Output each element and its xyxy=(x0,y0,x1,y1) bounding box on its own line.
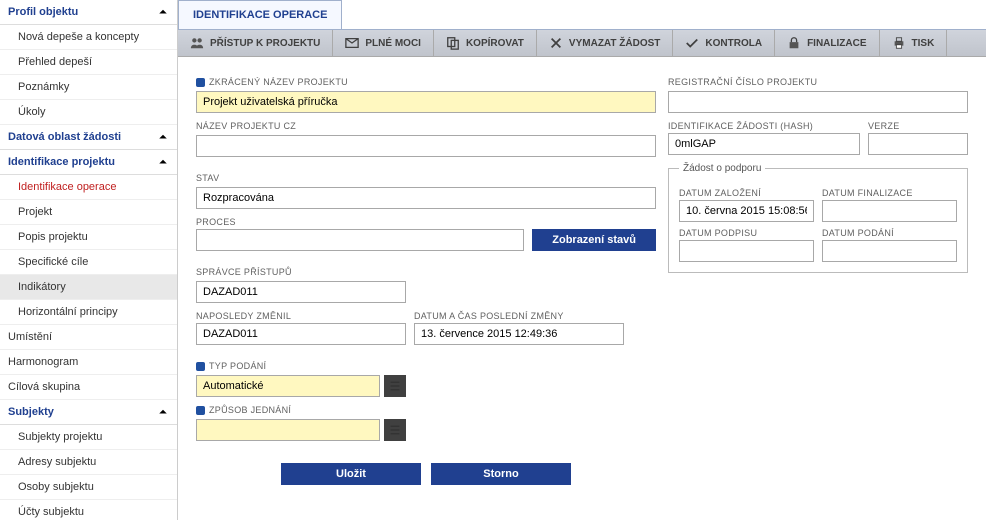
input-verze xyxy=(868,133,968,155)
label-hash: IDENTIFIKACE ŽÁDOSTI (HASH) xyxy=(668,121,860,131)
toolbar-kontrola[interactable]: KONTROLA xyxy=(673,30,775,56)
label-dfin: DATUM FINALIZACE xyxy=(822,188,957,198)
copy-icon xyxy=(446,36,460,50)
input-spravce xyxy=(196,281,406,303)
sidebar-item[interactable]: Specifické cíle xyxy=(0,250,177,275)
input-typ-podani[interactable] xyxy=(196,375,380,397)
sidebar-item[interactable]: Poznámky xyxy=(0,75,177,100)
label-stav: STAV xyxy=(196,173,656,183)
sidebar-header[interactable]: Subjekty xyxy=(0,400,177,425)
print-icon xyxy=(892,36,906,50)
action-toolbar: PŘÍSTUP K PROJEKTUPLNÉ MOCIKOPÍROVATVYMA… xyxy=(178,30,986,57)
label-verze: VERZE xyxy=(868,121,968,131)
chevron-up-icon xyxy=(157,6,169,18)
sidebar-item[interactable]: Horizontální principy xyxy=(0,300,177,325)
chevron-up-icon xyxy=(157,131,169,143)
label-zpusob: ZPŮSOB JEDNÁNÍ xyxy=(196,405,656,415)
sidebar-item[interactable]: Osoby subjektu xyxy=(0,475,177,500)
sidebar-item[interactable]: Cílová skupina xyxy=(0,375,177,400)
label-dpdn: DATUM PODÁNÍ xyxy=(822,228,957,238)
input-zpusob[interactable] xyxy=(196,419,380,441)
sidebar-item[interactable]: Projekt xyxy=(0,200,177,225)
ulozit-button[interactable]: Uložit xyxy=(281,463,421,485)
input-zkraceny-nazev[interactable] xyxy=(196,91,656,113)
main-area: IDENTIFIKACE OPERACE PŘÍSTUP K PROJEKTUP… xyxy=(178,0,986,520)
lock-icon xyxy=(787,36,801,50)
check-icon xyxy=(685,36,699,50)
label-dzal: DATUM ZALOŽENÍ xyxy=(679,188,814,198)
sidebar-header[interactable]: Identifikace projektu xyxy=(0,150,177,175)
input-dpdn xyxy=(822,240,957,262)
input-proces xyxy=(196,229,524,251)
x-icon xyxy=(549,36,563,50)
tab-bar: IDENTIFIKACE OPERACE xyxy=(178,0,986,30)
mail-icon xyxy=(345,36,359,50)
toolbar-vymazat-dost[interactable]: VYMAZAT ŽÁDOST xyxy=(537,30,673,56)
input-reg xyxy=(668,91,968,113)
input-stav xyxy=(196,187,656,209)
input-naposledy xyxy=(196,323,406,345)
label-typ-podani: TYP PODÁNÍ xyxy=(196,361,656,371)
people-icon xyxy=(190,36,204,50)
toolbar-pln-moci[interactable]: PLNÉ MOCI xyxy=(333,30,434,56)
toolbar-p-stup-k-projektu[interactable]: PŘÍSTUP K PROJEKTU xyxy=(178,30,333,56)
label-nazev-cz: NÁZEV PROJEKTU CZ xyxy=(196,121,656,131)
label-reg: REGISTRAČNÍ ČÍSLO PROJEKTU xyxy=(668,77,968,87)
input-dzal xyxy=(679,200,814,222)
tab-identifikace-operace[interactable]: IDENTIFIKACE OPERACE xyxy=(178,0,342,29)
sidebar-item[interactable]: Identifikace operace xyxy=(0,175,177,200)
zobrazeni-stavu-button[interactable]: Zobrazení stavů xyxy=(532,229,656,251)
label-proces: PROCES xyxy=(196,217,524,227)
input-dfin xyxy=(822,200,957,222)
toolbar-tisk[interactable]: TISK xyxy=(880,30,948,56)
sidebar-item[interactable]: Indikátory xyxy=(0,275,177,300)
sidebar-item[interactable]: Účty subjektu xyxy=(0,500,177,520)
sidebar-item[interactable]: Subjekty projektu xyxy=(0,425,177,450)
sidebar-header[interactable]: Profil objektu xyxy=(0,0,177,25)
sidebar-item[interactable]: Nová depeše a koncepty xyxy=(0,25,177,50)
picker-typ-podani[interactable] xyxy=(384,375,406,397)
label-naposledy: NAPOSLEDY ZMĚNIL xyxy=(196,311,406,321)
legend-zadost: Žádost o podporu xyxy=(679,163,765,174)
sidebar-item[interactable]: Přehled depeší xyxy=(0,50,177,75)
input-dpod xyxy=(679,240,814,262)
label-spravce: SPRÁVCE PŘÍSTUPŮ xyxy=(196,267,656,277)
storno-button[interactable]: Storno xyxy=(431,463,571,485)
chevron-up-icon xyxy=(157,406,169,418)
label-zkraceny-nazev: ZKRÁCENÝ NÁZEV PROJEKTU xyxy=(196,77,656,87)
list-icon xyxy=(389,424,401,436)
list-icon xyxy=(389,380,401,392)
sidebar-item[interactable]: Adresy subjektu xyxy=(0,450,177,475)
input-datum-zmeny xyxy=(414,323,624,345)
label-dpod: DATUM PODPISU xyxy=(679,228,814,238)
form-content: ZKRÁCENÝ NÁZEV PROJEKTU NÁZEV PROJEKTU C… xyxy=(178,57,986,520)
toolbar-finalizace[interactable]: FINALIZACE xyxy=(775,30,879,56)
sidebar-item[interactable]: Harmonogram xyxy=(0,350,177,375)
sidebar-header[interactable]: Datová oblast žádosti xyxy=(0,125,177,150)
sidebar-item[interactable]: Umístění xyxy=(0,325,177,350)
sidebar-item[interactable]: Popis projektu xyxy=(0,225,177,250)
input-nazev-cz[interactable] xyxy=(196,135,656,157)
sidebar: Profil objektuNová depeše a konceptyPřeh… xyxy=(0,0,178,520)
chevron-up-icon xyxy=(157,156,169,168)
toolbar-kop-rovat[interactable]: KOPÍROVAT xyxy=(434,30,537,56)
input-hash xyxy=(668,133,860,155)
label-datum-zmeny: DATUM A ČAS POSLEDNÍ ZMĚNY xyxy=(414,311,624,321)
fieldset-zadost: Žádost o podporu DATUM ZALOŽENÍ DATUM FI… xyxy=(668,163,968,273)
sidebar-item[interactable]: Úkoly xyxy=(0,100,177,125)
picker-zpusob[interactable] xyxy=(384,419,406,441)
